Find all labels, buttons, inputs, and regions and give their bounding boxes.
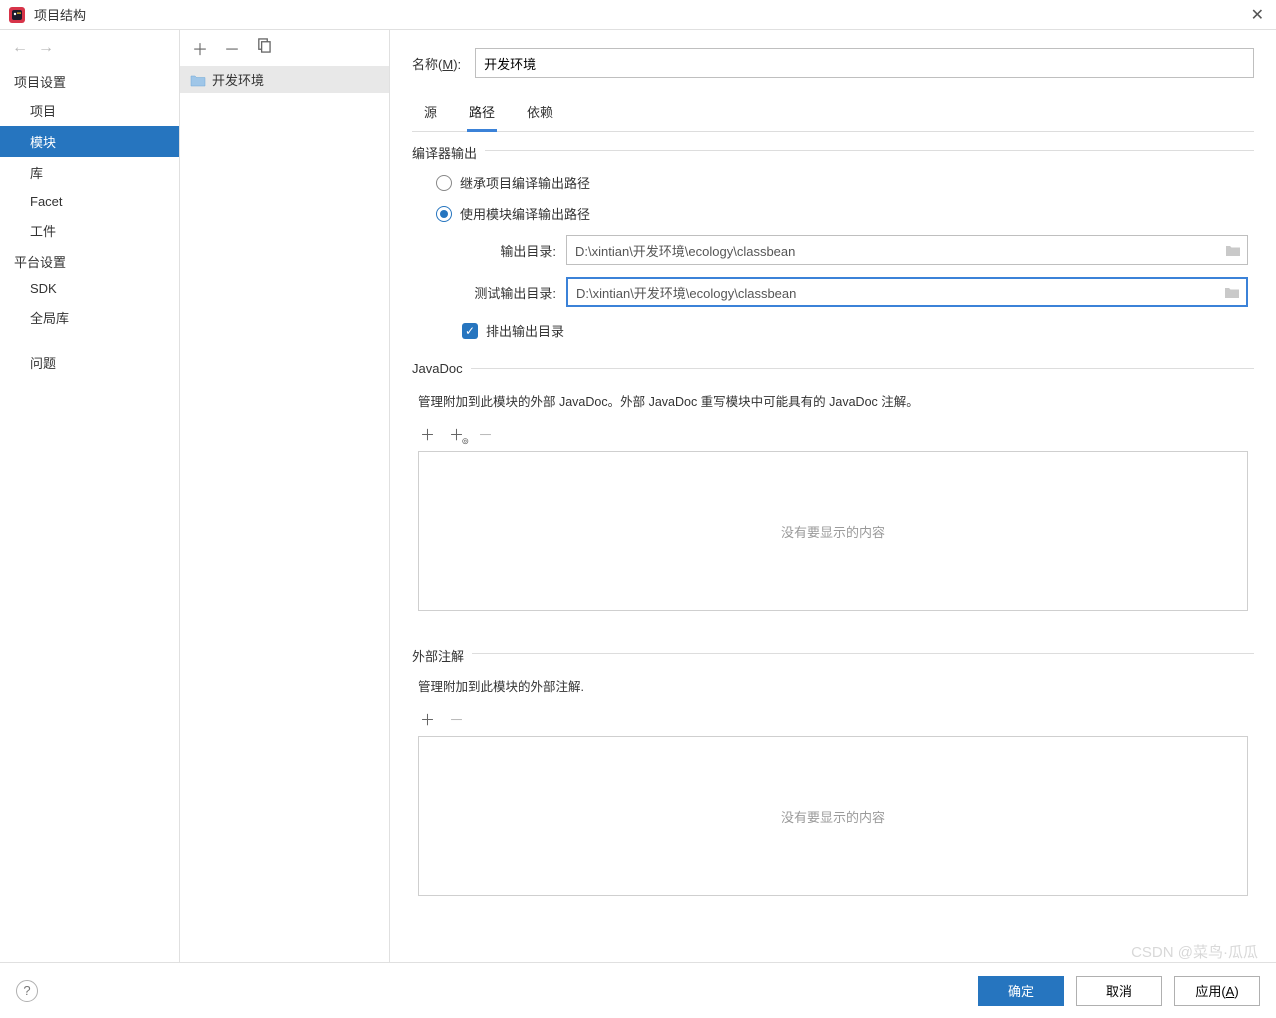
- output-label: 输出目录:: [458, 241, 556, 260]
- exclude-checkbox[interactable]: ✓: [462, 323, 478, 339]
- add-module-icon[interactable]: ＋: [192, 36, 208, 60]
- browse-output-icon[interactable]: [1219, 236, 1247, 264]
- window-title: 项目结构: [34, 5, 1247, 24]
- annotations-empty-text: 没有要显示的内容: [781, 807, 885, 826]
- compiler-output-section: 编译器输出 继承项目编译输出路径 使用模块编译输出路径 输出目录: 测试输出目录…: [412, 150, 1254, 362]
- module-list-item[interactable]: 开发环境: [180, 66, 389, 93]
- module-list-panel: ＋ － 开发环境: [180, 30, 390, 962]
- tab-paths[interactable]: 路径: [467, 96, 497, 132]
- folder-icon: [190, 73, 206, 87]
- javadoc-legend: JavaDoc: [412, 361, 471, 376]
- remove-module-icon[interactable]: －: [224, 36, 240, 60]
- content-panel: 名称(M): 源 路径 依赖 编译器输出 继承项目编译输出路径 使用模块编译输出…: [390, 30, 1276, 962]
- sidebar-item-problems[interactable]: 问题: [0, 347, 179, 378]
- radio-inherit[interactable]: [436, 175, 452, 191]
- radio-module-label: 使用模块编译输出路径: [460, 204, 590, 223]
- radio-module-row[interactable]: 使用模块编译输出路径: [418, 198, 1248, 229]
- radio-inherit-label: 继承项目编译输出路径: [460, 173, 590, 192]
- sidebar-item-artifacts[interactable]: 工件: [0, 215, 179, 246]
- compiler-output-legend: 编译器输出: [412, 143, 485, 162]
- annotations-remove-icon[interactable]: －: [449, 709, 464, 730]
- javadoc-desc: 管理附加到此模块的外部 JavaDoc。外部 JavaDoc 重写模块中可能具有…: [418, 391, 1248, 410]
- output-path-input[interactable]: [567, 236, 1219, 264]
- sidebar-item-sdk[interactable]: SDK: [0, 275, 179, 302]
- sidebar-group-project: 项目设置: [0, 66, 179, 95]
- sidebar-item-project[interactable]: 项目: [0, 95, 179, 126]
- close-icon[interactable]: ✕: [1247, 5, 1268, 25]
- output-path-row: 输出目录:: [418, 229, 1248, 271]
- browse-test-output-icon[interactable]: [1218, 279, 1246, 305]
- tabs: 源 路径 依赖: [412, 96, 1254, 132]
- test-output-path-row: 测试输出目录:: [418, 271, 1248, 313]
- javadoc-remove-icon[interactable]: －: [478, 424, 493, 445]
- javadoc-empty-list: 没有要显示的内容: [418, 451, 1248, 611]
- radio-module[interactable]: [436, 206, 452, 222]
- tab-dependencies[interactable]: 依赖: [525, 96, 555, 131]
- sidebar-item-modules[interactable]: 模块: [0, 126, 179, 157]
- sidebar-item-libraries[interactable]: 库: [0, 157, 179, 188]
- main-area: ← → 项目设置 项目 模块 库 Facet 工件 平台设置 SDK 全局库 问…: [0, 30, 1276, 962]
- sidebar-item-facet[interactable]: Facet: [0, 188, 179, 215]
- sidebar: ← → 项目设置 项目 模块 库 Facet 工件 平台设置 SDK 全局库 问…: [0, 30, 180, 962]
- annotations-legend: 外部注解: [412, 646, 472, 665]
- javadoc-section: JavaDoc 管理附加到此模块的外部 JavaDoc。外部 JavaDoc 重…: [412, 368, 1254, 629]
- annotations-section: 外部注解 管理附加到此模块的外部注解. ＋ － 没有要显示的内容: [412, 653, 1254, 914]
- nav-back-icon[interactable]: ←: [12, 39, 28, 57]
- exclude-output-row[interactable]: ✓ 排出输出目录: [418, 313, 1248, 344]
- javadoc-toolbar: ＋ ＋⊚ －: [418, 418, 1248, 451]
- annotations-empty-list: 没有要显示的内容: [418, 736, 1248, 896]
- cancel-button[interactable]: 取消: [1076, 976, 1162, 1006]
- javadoc-empty-text: 没有要显示的内容: [781, 522, 885, 541]
- tab-source[interactable]: 源: [422, 96, 439, 131]
- annotations-toolbar: ＋ －: [418, 703, 1248, 736]
- titlebar: 项目结构 ✕: [0, 0, 1276, 30]
- name-input[interactable]: [475, 48, 1254, 78]
- help-icon[interactable]: ?: [16, 980, 38, 1002]
- annotations-desc: 管理附加到此模块的外部注解.: [418, 676, 1248, 695]
- module-toolbar: ＋ －: [180, 30, 389, 66]
- radio-inherit-row[interactable]: 继承项目编译输出路径: [418, 167, 1248, 198]
- test-output-path-input[interactable]: [568, 279, 1218, 305]
- sidebar-nav: ← →: [0, 30, 179, 66]
- footer: ? 确定 取消 应用(A): [0, 962, 1276, 1018]
- test-output-label: 测试输出目录:: [458, 283, 556, 302]
- copy-module-icon[interactable]: [256, 38, 271, 58]
- sidebar-item-global-libs[interactable]: 全局库: [0, 302, 179, 333]
- annotations-add-icon[interactable]: ＋: [420, 709, 435, 730]
- apply-button[interactable]: 应用(A): [1174, 976, 1260, 1006]
- nav-forward-icon[interactable]: →: [38, 39, 54, 57]
- module-item-label: 开发环境: [212, 70, 264, 89]
- exclude-label: 排出输出目录: [486, 321, 564, 340]
- sidebar-group-platform: 平台设置: [0, 246, 179, 275]
- app-icon: [8, 6, 26, 24]
- output-path-input-wrap: [566, 235, 1248, 265]
- name-label: 名称(M):: [412, 54, 461, 73]
- test-output-path-input-wrap: [566, 277, 1248, 307]
- name-row: 名称(M):: [412, 48, 1254, 78]
- javadoc-add-url-icon[interactable]: ＋⊚: [449, 424, 464, 445]
- ok-button[interactable]: 确定: [978, 976, 1064, 1006]
- javadoc-add-icon[interactable]: ＋: [420, 424, 435, 445]
